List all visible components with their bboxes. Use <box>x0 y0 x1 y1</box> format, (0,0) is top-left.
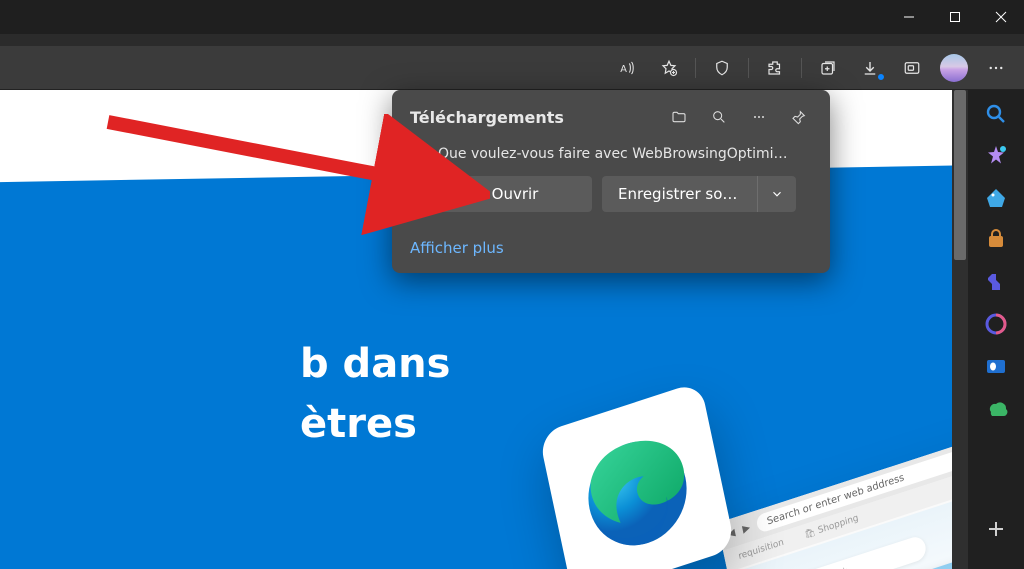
sidebar-onedrive-icon[interactable] <box>984 396 1008 420</box>
downloads-title: Téléchargements <box>410 108 656 127</box>
collections-button[interactable] <box>808 50 848 86</box>
chevron-down-icon[interactable] <box>757 176 784 212</box>
downloads-more-button[interactable] <box>742 102 776 132</box>
window-maximize-button[interactable] <box>932 0 978 34</box>
download-item: Que voulez-vous faire avec WebBrowsingOp… <box>392 142 830 226</box>
window-close-button[interactable] <box>978 0 1024 34</box>
downloads-pin-button[interactable] <box>782 102 816 132</box>
sidebar-tools-icon[interactable] <box>984 228 1008 252</box>
page-scrollbar[interactable] <box>952 90 968 569</box>
window-titlebar <box>0 0 1024 34</box>
sidebar-add-icon[interactable] <box>984 517 1008 541</box>
tracking-prevention-button[interactable] <box>702 50 742 86</box>
scrollbar-thumb[interactable] <box>954 90 966 260</box>
sidebar-shopping-icon[interactable] <box>984 186 1008 210</box>
hero-text: b dans ètres <box>300 334 450 454</box>
tab-strip <box>0 34 1024 46</box>
downloads-search-button[interactable] <box>702 102 736 132</box>
open-button[interactable]: Ouvrir <box>438 176 592 212</box>
web-capture-button[interactable] <box>892 50 932 86</box>
extensions-button[interactable] <box>755 50 795 86</box>
sidebar-search-icon[interactable] <box>984 102 1008 126</box>
downloads-open-folder-button[interactable] <box>662 102 696 132</box>
downloads-button[interactable] <box>850 50 890 86</box>
edge-logo-icon <box>567 413 706 568</box>
download-active-badge <box>876 72 886 82</box>
browser-toolbar: A <box>0 46 1024 90</box>
sidebar-outlook-icon[interactable] <box>984 354 1008 378</box>
downloads-panel: Téléchargements Que voulez-vous faire av… <box>392 90 830 273</box>
show-more-link[interactable]: Afficher plus <box>410 239 504 257</box>
settings-more-button[interactable] <box>976 50 1016 86</box>
hero-line-1: b dans <box>300 334 450 394</box>
window-minimize-button[interactable] <box>886 0 932 34</box>
edge-sidebar <box>968 90 1024 569</box>
file-type-icon <box>410 148 428 166</box>
sidebar-office-icon[interactable] <box>984 312 1008 336</box>
profile-avatar[interactable] <box>940 54 968 82</box>
save-as-split-button[interactable]: Enregistrer so… <box>602 176 796 212</box>
download-prompt-text: Que voulez-vous faire avec WebBrowsingOp… <box>438 146 788 162</box>
add-favorite-button[interactable] <box>649 50 689 86</box>
sidebar-discover-icon[interactable] <box>984 144 1008 168</box>
save-as-label: Enregistrer so… <box>618 185 747 203</box>
sidebar-games-icon[interactable] <box>984 270 1008 294</box>
hero-line-2: ètres <box>300 394 450 454</box>
read-aloud-button[interactable]: A <box>607 50 647 86</box>
svg-text:A: A <box>620 63 627 74</box>
